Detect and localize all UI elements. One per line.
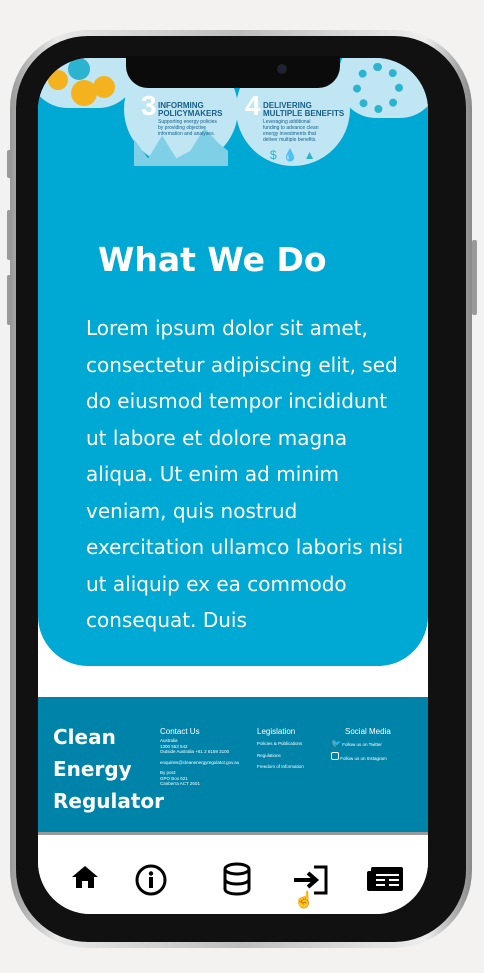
pointer-cursor-icon: ☝ xyxy=(294,892,314,909)
brand-line: Clean xyxy=(53,725,116,749)
instagram-icon xyxy=(331,751,339,760)
instagram-link[interactable]: Follow us on Instagram xyxy=(331,751,391,762)
contact-column: Contact Us Australia 1300 553 542 Outsid… xyxy=(160,727,239,787)
volume-down-button xyxy=(7,275,12,325)
infographic-title-3: INFORMING POLICYMAKERS xyxy=(158,101,223,118)
benefit-icons: $💧▲ xyxy=(270,148,322,162)
legislation-title: Legislation xyxy=(257,727,296,736)
info-icon[interactable] xyxy=(135,864,167,901)
social-column: Social Media 🐦 Follow us on Twitter Foll… xyxy=(331,727,391,762)
infographic-number-3: 3 xyxy=(141,90,157,121)
bottom-nav: ☝ xyxy=(38,832,428,914)
brand-line: Regulator xyxy=(53,789,165,813)
newspaper-icon[interactable] xyxy=(366,866,404,897)
camera-icon xyxy=(277,64,287,74)
link-foi[interactable]: Freedom of Information xyxy=(257,764,304,770)
infographic-body-3: Supporting energy policies by providing … xyxy=(158,119,217,137)
home-icon[interactable] xyxy=(71,865,99,894)
infographic-title-4: DELIVERING MULTIPLE BENEFITS xyxy=(263,101,345,118)
instagram-label: Follow us on Instagram xyxy=(340,755,387,761)
footer: Clean Energy Regulator Contact Us Austra… xyxy=(38,697,428,832)
database-icon[interactable] xyxy=(222,862,252,901)
infographic-number-4: 4 xyxy=(245,90,261,121)
screen: 3 INFORMING POLICYMAKERS Supporting ener… xyxy=(38,58,428,914)
infographic-body-4: Leveraging additional funding to advance… xyxy=(263,119,319,143)
footer-brand: Clean Energy Regulator xyxy=(53,721,164,817)
contact-line: Outside Australia +61 2 6159 3100 xyxy=(160,749,230,754)
power-button xyxy=(472,240,477,315)
twitter-link[interactable]: 🐦 Follow us on Twitter xyxy=(331,739,391,748)
brand-line: Energy xyxy=(53,757,132,781)
twitter-icon: 🐦 xyxy=(331,739,341,748)
phone-notch xyxy=(126,56,340,88)
contact-line: Canberra ACT 2601 xyxy=(160,781,200,786)
section-body: Lorem ipsum dolor sit amet, consectetur … xyxy=(86,316,404,632)
link-regulations[interactable]: Regulations xyxy=(257,753,304,759)
link-policies[interactable]: Policies & Publications xyxy=(257,741,304,747)
section-title: What We Do xyxy=(98,240,327,279)
legislation-column: Legislation Policies & Publications Regu… xyxy=(257,727,304,771)
twitter-label: Follow us on Twitter xyxy=(342,742,382,747)
social-title: Social Media xyxy=(345,727,391,736)
mute-switch xyxy=(7,150,12,178)
contact-email-link[interactable]: enquiries@cleanenergyregulator.gov.au xyxy=(160,760,239,766)
what-we-do-section: 3 INFORMING POLICYMAKERS Supporting ener… xyxy=(38,58,428,666)
contact-title: Contact Us xyxy=(160,727,200,736)
volume-up-button xyxy=(7,210,12,260)
